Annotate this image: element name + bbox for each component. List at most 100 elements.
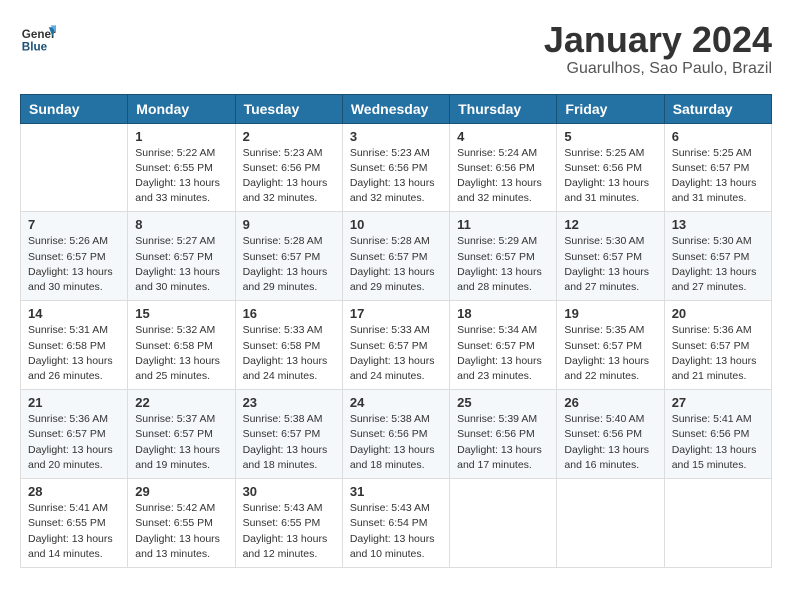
calendar-cell: 2 Sunrise: 5:23 AM Sunset: 6:56 PM Daylig… [235, 123, 342, 212]
day-number: 26 [564, 395, 656, 410]
week-row-1: 1Sunrise: 5:22 AM Sunset: 6:55 PM Daylig… [21, 123, 772, 212]
day-number: 28 [28, 484, 120, 499]
calendar-cell: 13 Sunrise: 5:30 AM Sunset: 6:57 PM Dayli… [664, 212, 771, 301]
day-number: 6 [672, 129, 764, 144]
day-number: 19 [564, 306, 656, 321]
day-number: 23 [243, 395, 335, 410]
day-number: 27 [672, 395, 764, 410]
day-header-tuesday: Tuesday [235, 94, 342, 123]
day-info: Sunrise: 5:33 AM Sunset: 6:57 PM Dayligh… [350, 323, 442, 384]
day-info: Sunrise: 5:29 AM Sunset: 6:57 PM Dayligh… [457, 234, 549, 295]
calendar-cell [664, 479, 771, 568]
day-info: Sunrise: 5:31 AM Sunset: 6:58 PM Dayligh… [28, 323, 120, 384]
calendar-cell: 26 Sunrise: 5:40 AM Sunset: 6:56 PM Dayli… [557, 390, 664, 479]
day-info: Sunrise: 5:25 AM Sunset: 6:56 PM Dayligh… [564, 146, 656, 207]
day-number: 30 [243, 484, 335, 499]
calendar-cell: 14 Sunrise: 5:31 AM Sunset: 6:58 PM Dayli… [21, 301, 128, 390]
calendar-cell: 5 Sunrise: 5:25 AM Sunset: 6:56 PM Daylig… [557, 123, 664, 212]
day-number: 31 [350, 484, 442, 499]
calendar-cell [557, 479, 664, 568]
day-header-thursday: Thursday [450, 94, 557, 123]
day-info: Sunrise: 5:23 AM Sunset: 6:56 PM Dayligh… [350, 146, 442, 207]
day-number: 18 [457, 306, 549, 321]
day-number: 21 [28, 395, 120, 410]
calendar-cell: 22 Sunrise: 5:37 AM Sunset: 6:57 PM Dayli… [128, 390, 235, 479]
calendar-cell: 4 Sunrise: 5:24 AM Sunset: 6:56 PM Daylig… [450, 123, 557, 212]
calendar-cell: 1Sunrise: 5:22 AM Sunset: 6:55 PM Daylig… [128, 123, 235, 212]
calendar-cell: 17Sunrise: 5:33 AM Sunset: 6:57 PM Dayli… [342, 301, 449, 390]
subtitle: Guarulhos, Sao Paulo, Brazil [544, 60, 772, 78]
day-number: 24 [350, 395, 442, 410]
day-info: Sunrise: 5:36 AM Sunset: 6:57 PM Dayligh… [672, 323, 764, 384]
day-number: 9 [243, 217, 335, 232]
day-header-sunday: Sunday [21, 94, 128, 123]
calendar-cell: 7 Sunrise: 5:26 AM Sunset: 6:57 PM Daylig… [21, 212, 128, 301]
day-info: Sunrise: 5:32 AM Sunset: 6:58 PM Dayligh… [135, 323, 227, 384]
logo-icon: General Blue [20, 20, 56, 56]
day-number: 29 [135, 484, 227, 499]
calendar-cell: 25 Sunrise: 5:39 AM Sunset: 6:56 PM Dayli… [450, 390, 557, 479]
week-row-4: 21 Sunrise: 5:36 AM Sunset: 6:57 PM Dayli… [21, 390, 772, 479]
day-number: 22 [135, 395, 227, 410]
calendar-cell: 24Sunrise: 5:38 AM Sunset: 6:56 PM Dayli… [342, 390, 449, 479]
calendar-cell: 23Sunrise: 5:38 AM Sunset: 6:57 PM Dayli… [235, 390, 342, 479]
day-info: Sunrise: 5:41 AM Sunset: 6:56 PM Dayligh… [672, 412, 764, 473]
day-info: Sunrise: 5:28 AM Sunset: 6:57 PM Dayligh… [243, 234, 335, 295]
day-header-monday: Monday [128, 94, 235, 123]
day-info: Sunrise: 5:25 AM Sunset: 6:57 PM Dayligh… [672, 146, 764, 207]
day-info: Sunrise: 5:36 AM Sunset: 6:57 PM Dayligh… [28, 412, 120, 473]
day-number: 7 [28, 217, 120, 232]
day-info: Sunrise: 5:42 AM Sunset: 6:55 PM Dayligh… [135, 501, 227, 562]
calendar-cell: 11Sunrise: 5:29 AM Sunset: 6:57 PM Dayli… [450, 212, 557, 301]
week-row-5: 28 Sunrise: 5:41 AM Sunset: 6:55 PM Dayli… [21, 479, 772, 568]
day-info: Sunrise: 5:33 AM Sunset: 6:58 PM Dayligh… [243, 323, 335, 384]
day-info: Sunrise: 5:30 AM Sunset: 6:57 PM Dayligh… [564, 234, 656, 295]
day-info: Sunrise: 5:26 AM Sunset: 6:57 PM Dayligh… [28, 234, 120, 295]
day-number: 14 [28, 306, 120, 321]
calendar-cell [21, 123, 128, 212]
day-info: Sunrise: 5:35 AM Sunset: 6:57 PM Dayligh… [564, 323, 656, 384]
calendar-cell: 28 Sunrise: 5:41 AM Sunset: 6:55 PM Dayli… [21, 479, 128, 568]
calendar-cell: 18 Sunrise: 5:34 AM Sunset: 6:57 PM Dayli… [450, 301, 557, 390]
day-info: Sunrise: 5:23 AM Sunset: 6:56 PM Dayligh… [243, 146, 335, 207]
calendar-cell: 20 Sunrise: 5:36 AM Sunset: 6:57 PM Dayli… [664, 301, 771, 390]
calendar-cell: 30Sunrise: 5:43 AM Sunset: 6:55 PM Dayli… [235, 479, 342, 568]
day-number: 2 [243, 129, 335, 144]
day-info: Sunrise: 5:39 AM Sunset: 6:56 PM Dayligh… [457, 412, 549, 473]
calendar-cell: 31 Sunrise: 5:43 AM Sunset: 6:54 PM Dayli… [342, 479, 449, 568]
calendar-cell: 10 Sunrise: 5:28 AM Sunset: 6:57 PM Dayli… [342, 212, 449, 301]
day-header-friday: Friday [557, 94, 664, 123]
svg-text:Blue: Blue [22, 41, 48, 54]
day-info: Sunrise: 5:43 AM Sunset: 6:54 PM Dayligh… [350, 501, 442, 562]
calendar-cell: 27 Sunrise: 5:41 AM Sunset: 6:56 PM Dayli… [664, 390, 771, 479]
day-info: Sunrise: 5:22 AM Sunset: 6:55 PM Dayligh… [135, 146, 227, 207]
day-info: Sunrise: 5:24 AM Sunset: 6:56 PM Dayligh… [457, 146, 549, 207]
day-header-wednesday: Wednesday [342, 94, 449, 123]
day-number: 3 [350, 129, 442, 144]
day-info: Sunrise: 5:40 AM Sunset: 6:56 PM Dayligh… [564, 412, 656, 473]
day-info: Sunrise: 5:28 AM Sunset: 6:57 PM Dayligh… [350, 234, 442, 295]
day-info: Sunrise: 5:34 AM Sunset: 6:57 PM Dayligh… [457, 323, 549, 384]
day-header-saturday: Saturday [664, 94, 771, 123]
day-number: 13 [672, 217, 764, 232]
page-header: General Blue January 2024 Guarulhos, Sao… [20, 20, 772, 78]
day-info: Sunrise: 5:41 AM Sunset: 6:55 PM Dayligh… [28, 501, 120, 562]
calendar-cell: 19 Sunrise: 5:35 AM Sunset: 6:57 PM Dayli… [557, 301, 664, 390]
day-number: 20 [672, 306, 764, 321]
day-number: 4 [457, 129, 549, 144]
calendar-cell: 9 Sunrise: 5:28 AM Sunset: 6:57 PM Daylig… [235, 212, 342, 301]
calendar-cell: 8Sunrise: 5:27 AM Sunset: 6:57 PM Daylig… [128, 212, 235, 301]
day-info: Sunrise: 5:30 AM Sunset: 6:57 PM Dayligh… [672, 234, 764, 295]
day-number: 10 [350, 217, 442, 232]
day-info: Sunrise: 5:37 AM Sunset: 6:57 PM Dayligh… [135, 412, 227, 473]
calendar-cell: 16Sunrise: 5:33 AM Sunset: 6:58 PM Dayli… [235, 301, 342, 390]
week-row-2: 7 Sunrise: 5:26 AM Sunset: 6:57 PM Daylig… [21, 212, 772, 301]
day-number: 25 [457, 395, 549, 410]
calendar-cell [450, 479, 557, 568]
calendar-header-row: SundayMondayTuesdayWednesdayThursdayFrid… [21, 94, 772, 123]
calendar-cell: 6 Sunrise: 5:25 AM Sunset: 6:57 PM Daylig… [664, 123, 771, 212]
day-number: 5 [564, 129, 656, 144]
title-block: January 2024 Guarulhos, Sao Paulo, Brazi… [544, 20, 772, 78]
day-info: Sunrise: 5:27 AM Sunset: 6:57 PM Dayligh… [135, 234, 227, 295]
calendar-cell: 15Sunrise: 5:32 AM Sunset: 6:58 PM Dayli… [128, 301, 235, 390]
